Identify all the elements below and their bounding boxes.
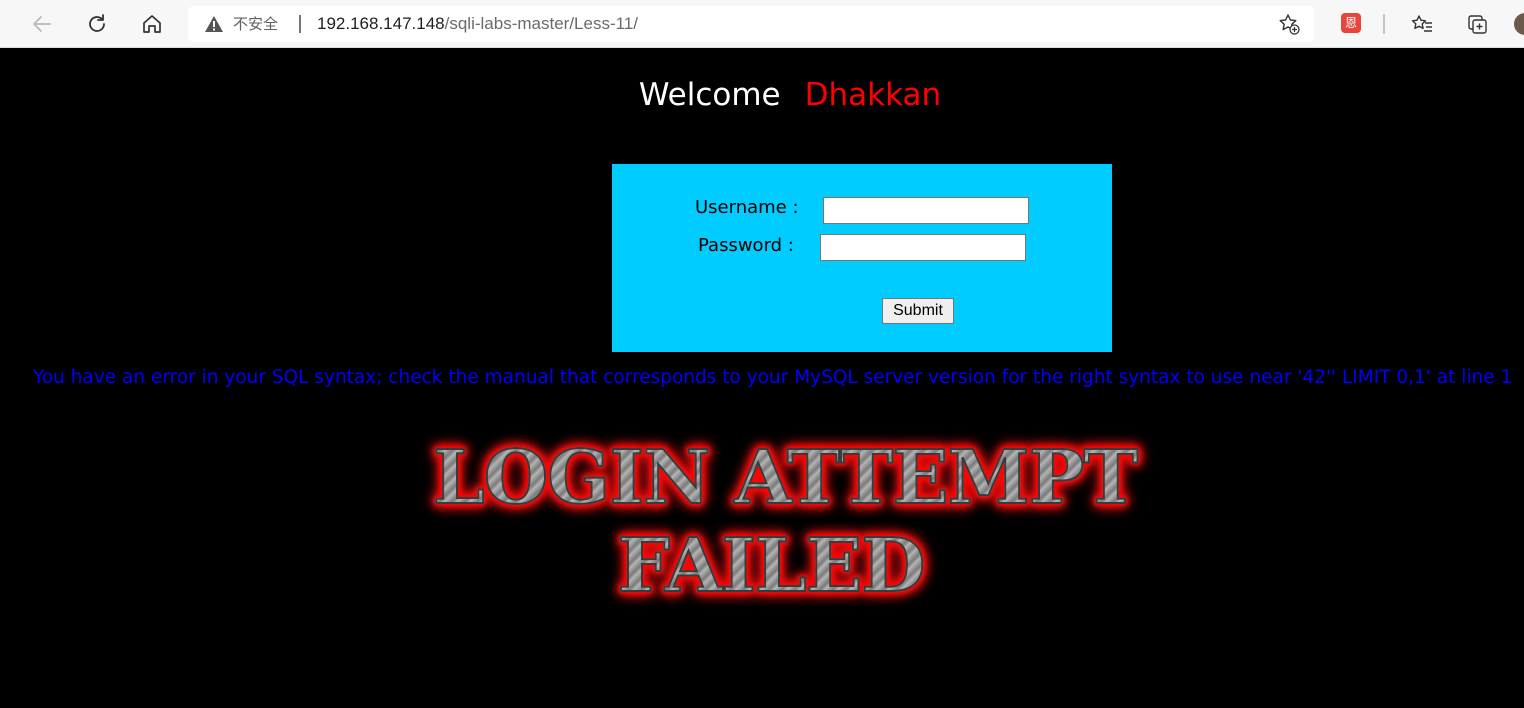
- password-label: Password :: [698, 235, 794, 256]
- page-body: Welcome Dhakkan Username : Password : Sub…: [0, 48, 1524, 708]
- username-input[interactable]: [823, 197, 1029, 224]
- address-divider: [299, 15, 301, 33]
- sql-error-message: You have an error in your SQL syntax; ch…: [33, 367, 1513, 388]
- collections-icon[interactable]: [1461, 8, 1493, 40]
- favorites-icon[interactable]: [1406, 8, 1438, 40]
- login-failed-banner: LOGIN ATTEMPT FAILED: [380, 437, 1190, 618]
- welcome-name: Dhakkan: [804, 77, 942, 113]
- banner-line-2: FAILED: [366, 525, 1176, 607]
- login-form: Username : Password : Submit: [612, 164, 1112, 352]
- url-host: 192.168.147.148: [317, 14, 445, 33]
- submit-button[interactable]: Submit: [882, 298, 954, 324]
- profile-avatar[interactable]: [1514, 13, 1524, 35]
- username-label: Username :: [695, 197, 799, 218]
- welcome-text: Welcome: [638, 77, 781, 113]
- toolbar-divider: [1383, 14, 1385, 34]
- warning-icon[interactable]: [204, 14, 224, 34]
- password-input[interactable]: [820, 234, 1026, 261]
- url-text[interactable]: 192.168.147.148/sqli-labs-master/Less-11…: [317, 14, 638, 34]
- back-arrow-icon[interactable]: [26, 8, 58, 40]
- reload-icon[interactable]: [81, 8, 113, 40]
- address-bar[interactable]: 不安全 192.168.147.148/sqli-labs-master/Les…: [188, 6, 1314, 42]
- extension-icon[interactable]: 恩: [1341, 13, 1361, 33]
- security-label[interactable]: 不安全: [233, 14, 278, 34]
- home-icon[interactable]: [136, 8, 168, 40]
- banner-line-1: LOGIN ATTEMPT: [380, 437, 1190, 519]
- url-path: /sqli-labs-master/Less-11/: [444, 14, 638, 33]
- browser-toolbar: 不安全 192.168.147.148/sqli-labs-master/Les…: [0, 0, 1524, 48]
- welcome-heading: Welcome Dhakkan: [0, 75, 1524, 115]
- add-favorite-icon[interactable]: [1278, 13, 1300, 35]
